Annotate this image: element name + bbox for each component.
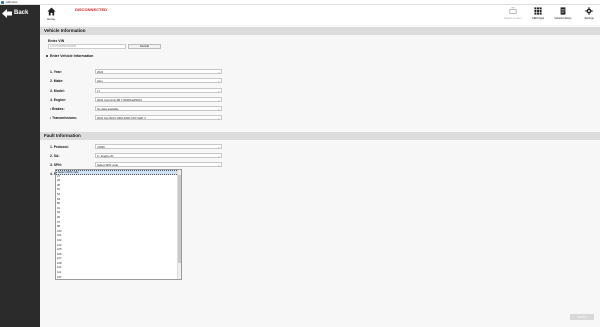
scrollbar-thumb[interactable] xyxy=(178,175,181,263)
decode-button[interactable]: Decode xyxy=(128,44,161,49)
chevron-down-icon: ⌄ xyxy=(217,98,220,102)
engine-select[interactable]: 2024 Cummins 6B 7.0D000-EPDOA ⌄ xyxy=(95,97,222,102)
year-value: 2024 xyxy=(97,70,104,74)
make-value: Hino xyxy=(97,79,103,83)
spn-label: 3. SPN: xyxy=(50,163,62,167)
protocol-select[interactable]: J1939 ⌄ xyxy=(95,144,222,149)
protocol-value: J1939 xyxy=(97,145,105,149)
chevron-down-icon: ⌄ xyxy=(217,154,220,158)
transmissions-label: • Transmissions: xyxy=(50,116,78,120)
brakes-value: No data available xyxy=(97,107,119,111)
brakes-select[interactable]: No data available ⌄ xyxy=(95,106,222,111)
chevron-down-icon: ⌄ xyxy=(217,89,220,93)
chevron-down-icon: ⌄ xyxy=(217,145,220,149)
sa-select[interactable]: 0 - Engine #1 ⌄ xyxy=(95,153,222,158)
window-title: eMonitor xyxy=(6,0,18,4)
vehicle-history-button[interactable]: Vehicle History xyxy=(552,7,574,23)
make-select[interactable]: Hino ⌄ xyxy=(95,78,222,83)
spn-dropdown-list[interactable]: Select SPN code 27 28 38 51 52 84 86 91 94 96 97 98 1… xyxy=(55,169,182,280)
settings-label: Settings xyxy=(584,17,594,20)
vehicle-information-header: Vehicle Information xyxy=(40,27,600,35)
spn-value: Select SPN code xyxy=(97,163,119,167)
document-icon xyxy=(560,7,566,15)
engine-label: 4. Engine: xyxy=(50,98,67,102)
sa-value: 0 - Engine #1 xyxy=(97,154,114,158)
chevron-down-icon: ⌄ xyxy=(217,79,220,83)
oem-apps-button[interactable]: OEM Apps xyxy=(529,7,547,23)
brakes-label: • Brakes: xyxy=(50,107,65,111)
repair-content-button[interactable]: Repair Content xyxy=(502,7,524,23)
submit-button[interactable]: Submit xyxy=(570,314,594,320)
back-arrow-icon xyxy=(2,8,12,18)
app-window: eMonitor Back Home DISCONNECTED Repair C… xyxy=(0,0,600,327)
model-label: 3. Model: xyxy=(50,89,65,93)
protocol-label: 1. Protocol: xyxy=(50,145,69,149)
year-label: 1. Year: xyxy=(50,70,63,74)
spn-options: Select SPN code 27 28 38 51 52 84 86 91 94 96 97 98 1… xyxy=(56,170,181,279)
chevron-down-icon: ⌄ xyxy=(217,70,220,74)
settings-button[interactable]: Settings xyxy=(581,7,597,23)
repair-content-icon xyxy=(509,7,517,14)
enter-vehicle-info-text: Enter Vehicle Information xyxy=(50,54,94,58)
dropdown-scrollbar[interactable] xyxy=(177,170,181,279)
enter-vehicle-info-label: Enter Vehicle Information xyxy=(46,54,93,58)
transmissions-value: 2024 ALLISON 1000-2000 GTR GEN 4 xyxy=(97,116,146,120)
model-value: L7 xyxy=(97,89,101,93)
model-select[interactable]: L7 ⌄ xyxy=(95,88,222,93)
chevron-down-icon: ⌄ xyxy=(217,116,220,120)
oem-apps-label: OEM Apps xyxy=(531,17,545,20)
home-icon xyxy=(46,7,56,16)
vehicle-history-label: Vehicle History xyxy=(554,17,572,20)
connection-status: DISCONNECTED xyxy=(75,7,108,12)
top-toolbar: Home DISCONNECTED Repair Content OEM App… xyxy=(40,5,600,25)
spn-select[interactable]: Select SPN code ⌄ xyxy=(95,162,222,167)
gear-icon xyxy=(585,7,593,15)
transmissions-select[interactable]: 2024 ALLISON 1000-2000 GTR GEN 4 ⌄ xyxy=(95,115,222,120)
home-label: Home xyxy=(46,17,55,21)
home-button[interactable]: Home xyxy=(45,7,57,23)
app-icon xyxy=(1,1,4,4)
grid-apps-icon xyxy=(534,7,542,15)
chevron-down-icon: ⌄ xyxy=(217,163,220,167)
back-button[interactable]: Back xyxy=(2,8,38,18)
make-label: 2. Make: xyxy=(50,79,64,83)
bullet-icon xyxy=(46,55,48,58)
fault-information-header: Fault Information xyxy=(40,132,600,140)
sidebar: Back xyxy=(0,5,40,327)
year-select[interactable]: 2024 ⌄ xyxy=(95,69,222,74)
repair-content-label: Repair Content xyxy=(504,17,522,20)
sa-label: 2. SA: xyxy=(50,154,60,158)
vin-label: Enter VIN xyxy=(48,39,65,43)
back-label: Back xyxy=(14,10,29,16)
engine-value: 2024 Cummins 6B 7.0D000-EPDOA xyxy=(97,98,143,102)
chevron-down-icon: ⌄ xyxy=(217,107,220,111)
vin-input[interactable]: 1XKYD49X5FJ123456 xyxy=(48,44,126,49)
